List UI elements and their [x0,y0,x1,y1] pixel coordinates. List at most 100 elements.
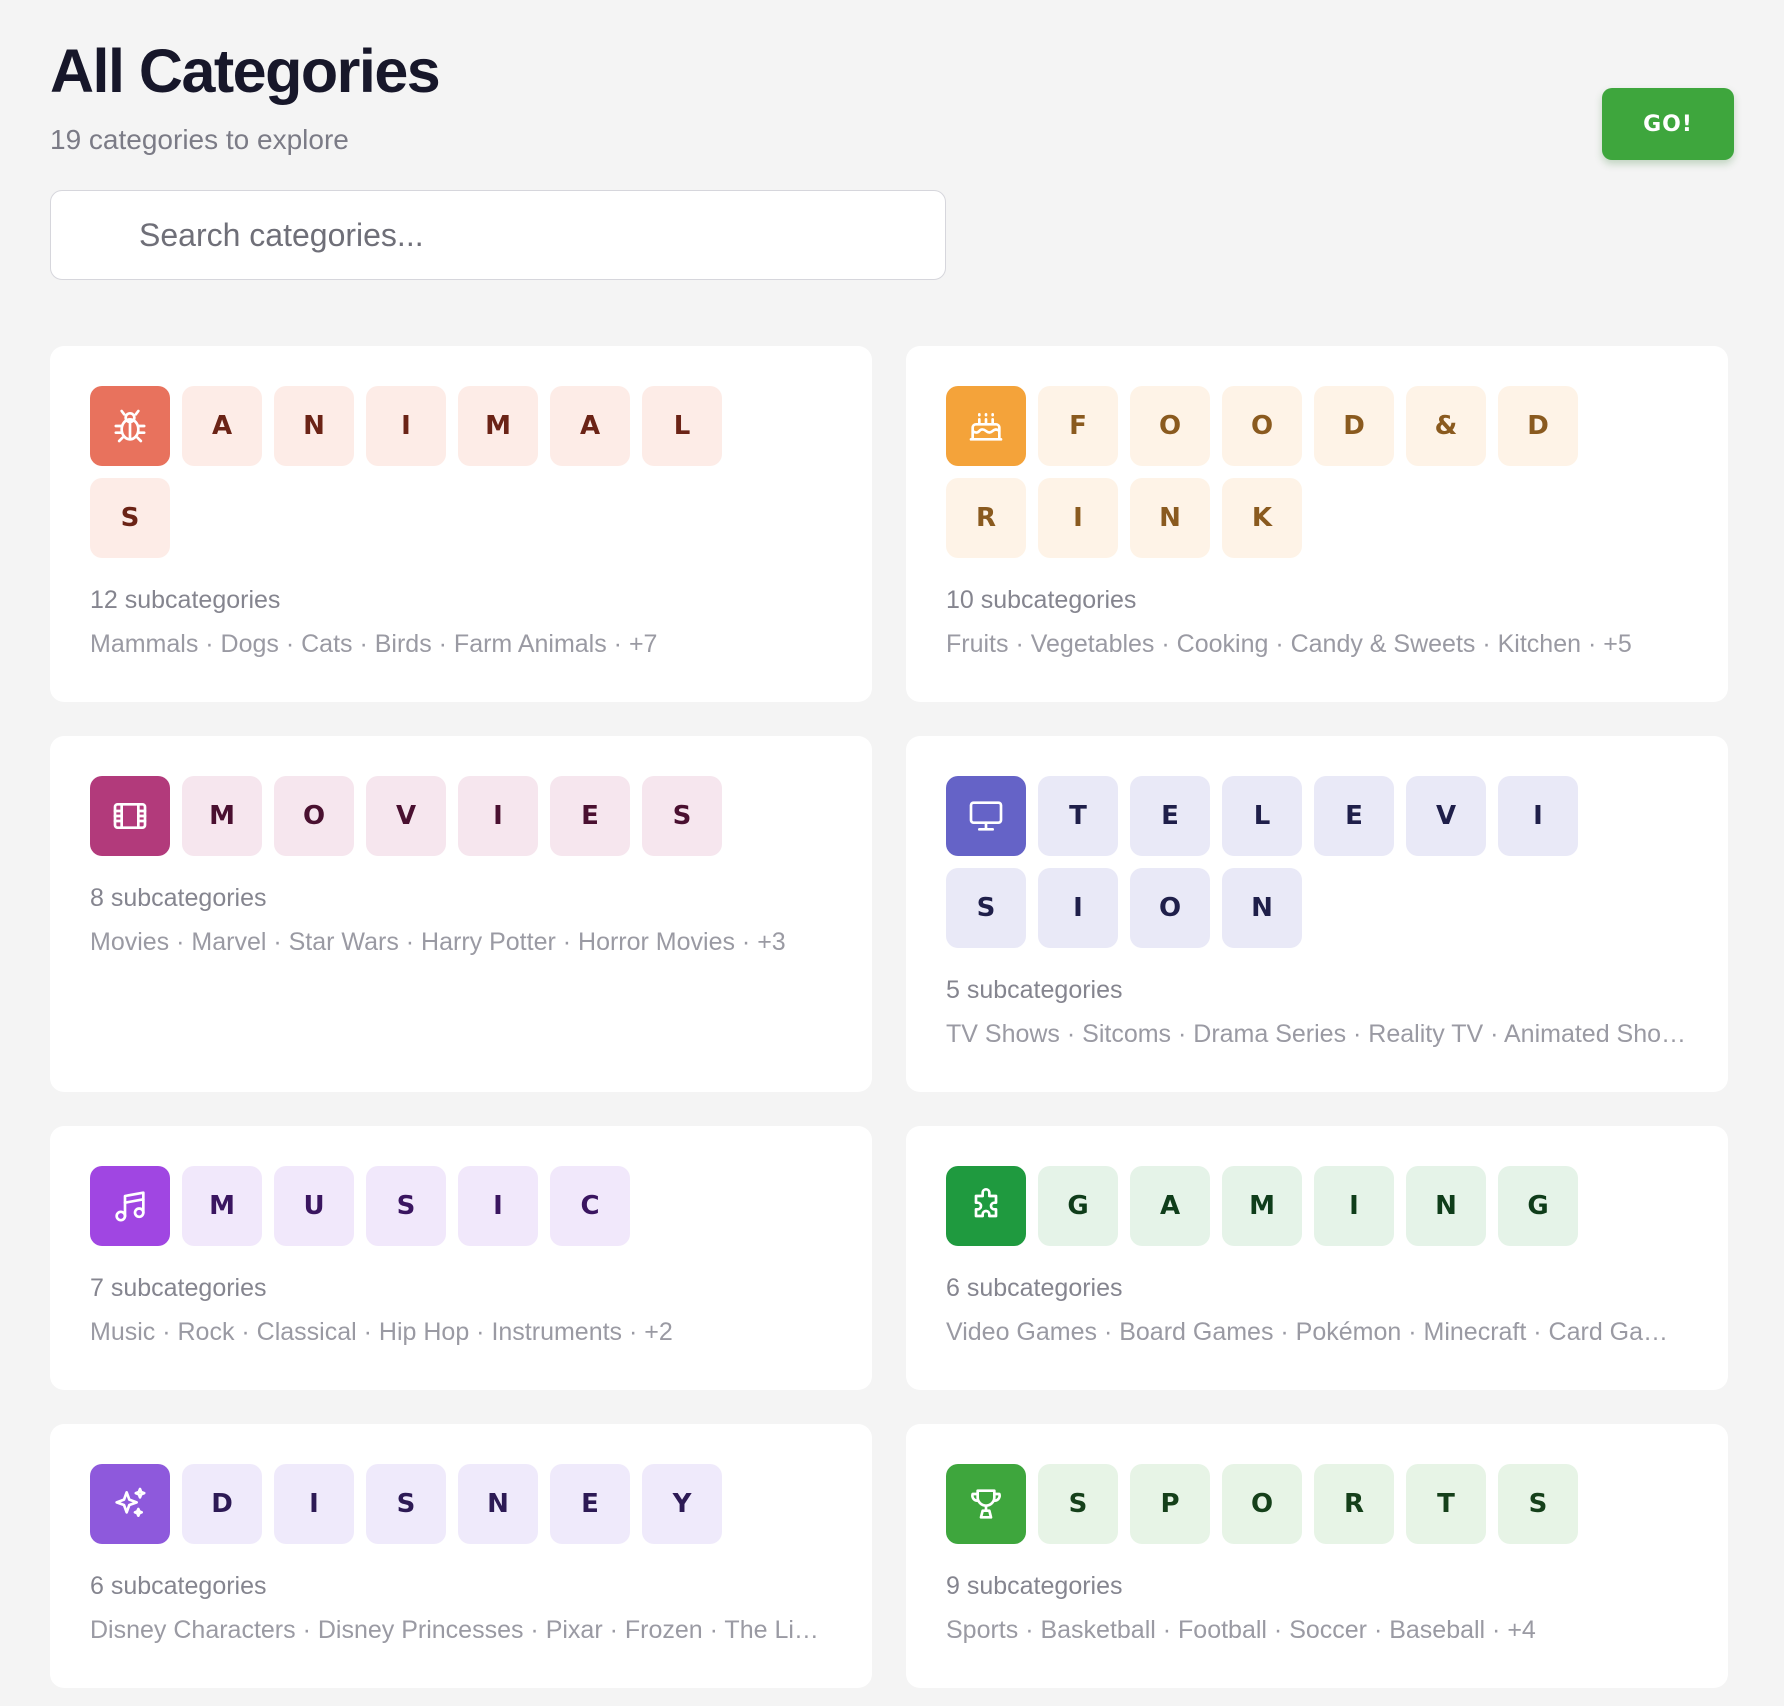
letter-tile: E [1130,776,1210,856]
sparkles-icon [90,1464,170,1544]
letter-tile: M [182,776,262,856]
letter-tile: D [1498,386,1578,466]
letter-tile: V [366,776,446,856]
page-title: All Categories [50,37,441,105]
letter-tile: N [458,1464,538,1544]
letter-tile: M [458,386,538,466]
trophy-icon [946,1464,1026,1544]
search-input[interactable] [50,190,946,280]
subcategory-count: 6 subcategories [90,1572,267,1600]
letter-tile: S [642,776,722,856]
music-note-icon [90,1166,170,1246]
letter-tile: R [1314,1464,1394,1544]
subcategory-list: Video Games · Board Games · Pokémon · Mi… [946,1318,1688,1346]
letter-tile: T [1406,1464,1486,1544]
category-title-tiles: TELEVISION [946,776,1646,948]
letter-tile: D [1314,386,1394,466]
letter-tile: O [1130,386,1210,466]
cake-icon [946,386,1026,466]
category-card-gaming[interactable]: GAMING6 subcategories Video Games · Board… [906,1126,1728,1390]
letter-tile: S [90,478,170,558]
letter-tile: N [274,386,354,466]
bug-icon [90,386,170,466]
subcategory-list: Fruits · Vegetables · Cooking · Candy & … [946,630,1632,658]
letter-tile: & [1406,386,1486,466]
letter-tile: P [1130,1464,1210,1544]
letter-tile: E [550,776,630,856]
subcategory-list: Music · Rock · Classical · Hip Hop · Ins… [90,1318,673,1346]
letter-tile: A [550,386,630,466]
letter-tile: E [550,1464,630,1544]
category-title-tiles: MUSIC [90,1166,790,1246]
category-card-animals[interactable]: A N I M A L S 12 subcategories Mammals · Dogs · … [50,346,872,702]
subcategory-count: 12 subcategories [90,586,281,614]
letter-tile: G [1038,1166,1118,1246]
category-card-disney[interactable]: DISNEY 6 subcategories Disney Characters ·… [50,1424,872,1688]
letter-tile: A [1130,1166,1210,1246]
category-card-sports[interactable]: SPORTS9 subcategories Sports · Basketball… [906,1424,1728,1688]
letter-tile: I [458,776,538,856]
subcategory-count: 9 subcategories [946,1572,1123,1600]
letter-tile: S [366,1166,446,1246]
subcategory-count: 7 subcategories [90,1274,267,1302]
letter-tile: N [1222,868,1302,948]
category-card-music[interactable]: MUSIC 7 subcategories Music · Rock · Class… [50,1126,872,1390]
letter-tile: O [274,776,354,856]
puzzle-icon [946,1166,1026,1246]
category-title-tiles: F O O D & D R I N K [946,386,1646,558]
category-title-tiles: MOVIES [90,776,790,856]
letter-tile: I [1314,1166,1394,1246]
letter-tile: I [274,1464,354,1544]
letter-tile: N [1130,478,1210,558]
letter-tile: N [1406,1166,1486,1246]
letter-tile: C [550,1166,630,1246]
letter-tile: I [458,1166,538,1246]
letter-tile: E [1314,776,1394,856]
category-title-tiles: SPORTS [946,1464,1646,1544]
page-header: All Categories 19 categories to explore … [50,0,1734,190]
category-title-tiles: DISNEY [90,1464,790,1544]
letter-tile: O [1130,868,1210,948]
film-icon [90,776,170,856]
letter-tile: I [366,386,446,466]
letter-tile: O [1222,1464,1302,1544]
search-bar [50,190,946,280]
letter-tile: S [366,1464,446,1544]
letter-tile: S [1498,1464,1578,1544]
page-subtitle: 19 categories to explore [50,124,349,155]
subcategory-count: 6 subcategories [946,1274,1123,1302]
letter-tile: M [1222,1166,1302,1246]
category-card-food-drink[interactable]: F O O D & D R I N K 10 subcategories Fruits · Veget… [906,346,1728,702]
letter-tile: S [1038,1464,1118,1544]
category-card-movies[interactable]: MOVIES 8 subcategories Movies · Marvel · S… [50,736,872,1092]
subcategory-list: TV Shows · Sitcoms · Drama Series · Real… [946,1020,1688,1048]
go-button[interactable]: GO! [1602,88,1734,160]
category-card-television[interactable]: TELEVISION5 subcategories TV Shows · Sitc… [906,736,1728,1092]
letter-tile: Y [642,1464,722,1544]
monitor-icon [946,776,1026,856]
letter-tile: L [642,386,722,466]
subcategory-list: Disney Characters · Disney Princesses · … [90,1616,832,1644]
subcategory-count: 8 subcategories [90,884,267,912]
letter-tile: I [1498,776,1578,856]
letter-tile: G [1498,1166,1578,1246]
letter-tile: M [182,1166,262,1246]
letter-tile: O [1222,386,1302,466]
letter-tile: U [274,1166,354,1246]
letter-tile: R [946,478,1026,558]
subcategory-count: 10 subcategories [946,586,1137,614]
letter-tile: D [182,1464,262,1544]
letter-tile: K [1222,478,1302,558]
subcategory-count: 5 subcategories [946,976,1123,1004]
letter-tile: T [1038,776,1118,856]
letter-tile: A [182,386,262,466]
category-title-tiles: GAMING [946,1166,1646,1246]
category-grid: A N I M A L S 12 subcategories Mammals · Dogs · … [50,346,1730,1688]
letter-tile: V [1406,776,1486,856]
letter-tile: I [1038,868,1118,948]
letter-tile: L [1222,776,1302,856]
letter-tile: S [946,868,1026,948]
subcategory-list: Movies · Marvel · Star Wars · Harry Pott… [90,928,786,956]
subcategory-list: Mammals · Dogs · Cats · Birds · Farm Ani… [90,630,658,658]
category-title-tiles: ANIMALS [90,386,790,558]
